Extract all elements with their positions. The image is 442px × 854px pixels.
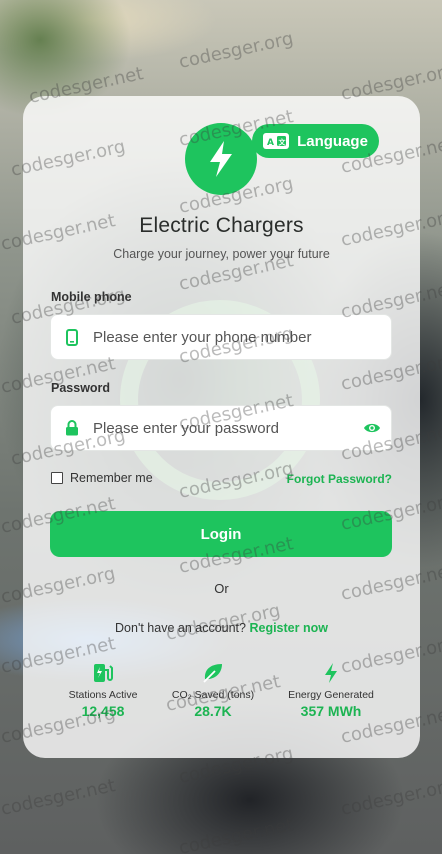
- stat-label: Stations Active: [68, 689, 138, 701]
- stat-stations: Stations Active 12,458: [43, 662, 163, 719]
- svg-text:A: A: [267, 138, 274, 147]
- stat-value: 28.7K: [194, 703, 232, 719]
- app-logo: [185, 123, 257, 195]
- stat-value: 12,458: [81, 703, 125, 719]
- forgot-password-link[interactable]: Forgot Password?: [287, 472, 392, 486]
- phone-field[interactable]: [50, 314, 392, 360]
- charging-station-icon: [43, 662, 163, 684]
- bolt-icon: [210, 141, 232, 177]
- leaf-icon: [153, 662, 273, 684]
- bolt-icon: [271, 662, 391, 684]
- phone-icon: [51, 328, 93, 346]
- translate-icon: A 文: [263, 133, 290, 149]
- phone-label: Mobile phone: [51, 290, 132, 304]
- remember-checkbox[interactable]: [51, 472, 63, 484]
- phone-input[interactable]: [93, 328, 391, 346]
- remember-label: Remember me: [70, 471, 153, 485]
- register-prompt: Don't have an account?: [115, 621, 246, 635]
- page-subtitle: Charge your journey, power your future: [113, 247, 330, 261]
- stat-label: CO₂ Saved (tons): [171, 689, 255, 701]
- register-link[interactable]: Register now: [249, 621, 328, 635]
- language-button[interactable]: A 文 Language: [252, 124, 379, 158]
- stat-value: 357 MWh: [300, 703, 362, 719]
- stat-energy: Energy Generated 357 MWh: [271, 662, 391, 719]
- language-label: Language: [297, 132, 368, 150]
- register-row: Don't have an account? Register now: [23, 621, 420, 635]
- or-divider: Or: [214, 581, 229, 596]
- stat-co2: CO₂ Saved (tons) 28.7K: [153, 662, 273, 719]
- login-button[interactable]: Login: [50, 511, 392, 557]
- password-field[interactable]: [50, 405, 392, 451]
- stat-label: Energy Generated: [288, 689, 374, 701]
- remember-me[interactable]: Remember me: [51, 471, 153, 485]
- svg-text:文: 文: [279, 138, 287, 147]
- lock-icon: [51, 420, 93, 436]
- password-input[interactable]: [93, 419, 353, 437]
- password-label: Password: [51, 381, 111, 395]
- eye-icon[interactable]: [353, 422, 391, 434]
- page-title: Electric Chargers: [139, 214, 304, 237]
